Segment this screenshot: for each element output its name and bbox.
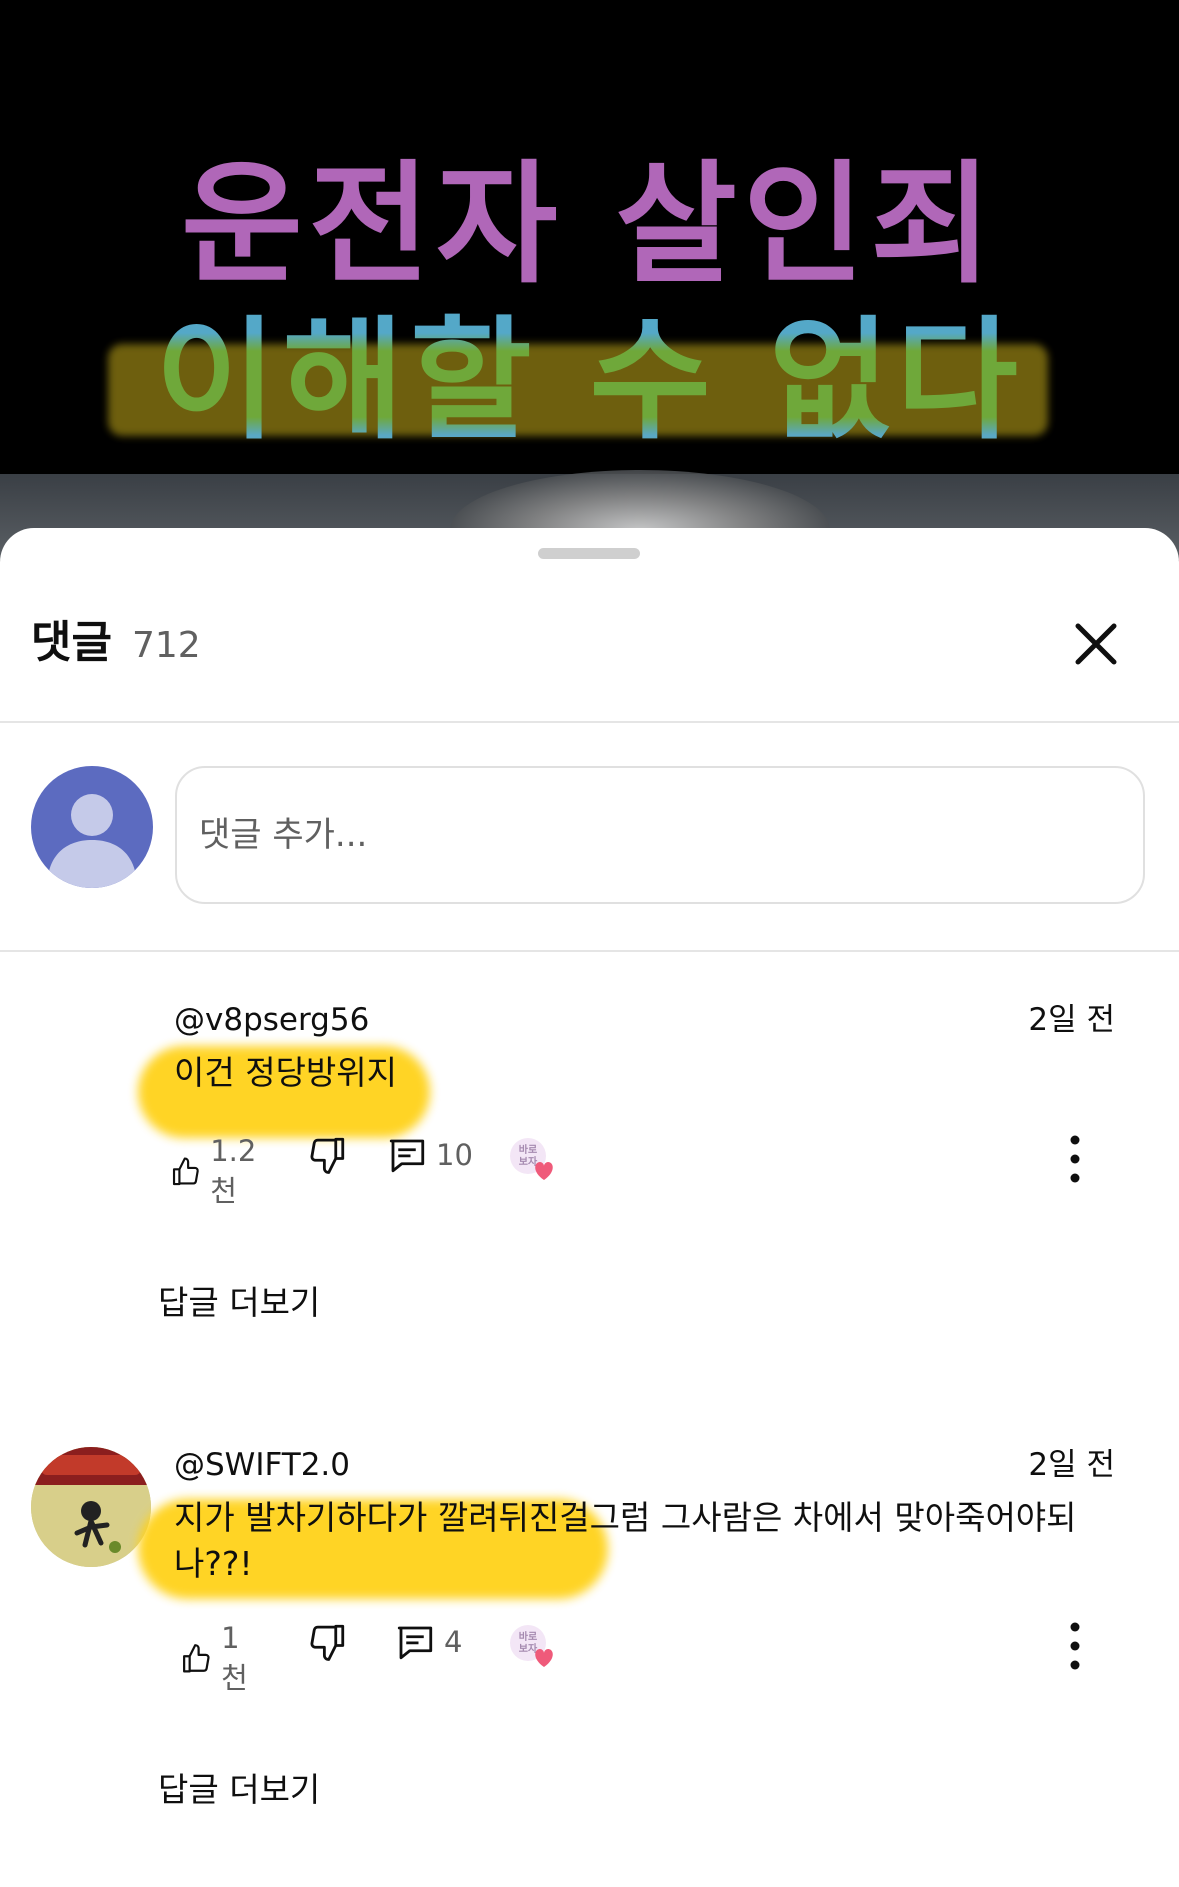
input-divider [0,950,1179,952]
comment-author[interactable]: @v8pserg56 [174,998,369,1042]
comment-text: 지가 발차기하다가 깔려뒤진걸그럼 그사람은 차에서 맞아죽어야되나??! [174,1498,1077,1583]
close-icon[interactable] [1070,618,1122,670]
svg-text:보자: 보자 [519,1155,538,1168]
comment-input[interactable] [175,766,1145,904]
thumbs-up-icon [172,1157,199,1186]
video-title-line2: 이해할 수 없다 [0,306,1179,456]
more-options-icon[interactable] [1060,1132,1090,1186]
reply-count: 4 [444,1625,463,1659]
dislike-button[interactable] [306,1134,348,1176]
thumbs-down-icon [310,1137,345,1174]
view-replies-link[interactable]: 답글 더보기 [158,1278,320,1328]
video-player[interactable]: 운전자 살인죄 이해할 수 없다 [0,0,1179,560]
creator-heart-icon: 바로 보자 [508,1623,558,1669]
dislike-button[interactable] [306,1621,348,1663]
reply-icon [397,1626,433,1660]
video-title-line1: 운전자 살인죄 [181,148,998,302]
thumbs-down-icon [310,1624,345,1661]
like-button[interactable]: 1.2천 [170,1134,266,1210]
my-avatar [31,766,153,888]
reply-count: 10 [436,1138,473,1172]
svg-text:보자: 보자 [519,1642,538,1655]
avatar[interactable] [31,1447,151,1567]
header-divider [0,721,1179,723]
thumbs-up-icon [183,1644,210,1673]
svg-text:바로: 바로 [519,1630,537,1643]
comments-title: 댓글 [31,617,112,668]
like-count: 1.2천 [210,1134,257,1208]
comments-sheet: 댓글 712 @v8pserg56 2일 전 이건 정당방위지 1.2천 1 [0,528,1179,1887]
view-replies-link[interactable]: 답글 더보기 [158,1765,320,1815]
drag-handle[interactable] [538,548,640,559]
like-button[interactable]: 1천 [180,1621,257,1697]
comment-text: 이건 정당방위지 [174,1053,398,1092]
creator-heart-icon: 바로 보자 [508,1136,558,1182]
reply-icon [389,1139,425,1173]
comment-author[interactable]: @SWIFT2.0 [174,1443,350,1487]
svg-text:바로: 바로 [519,1143,537,1156]
comment-time: 2일 전 [1028,1002,1115,1038]
reply-button[interactable]: 10 [386,1134,473,1176]
comment-time: 2일 전 [1028,1447,1115,1483]
more-options-icon[interactable] [1060,1619,1090,1673]
like-count: 1천 [221,1621,248,1695]
reply-button[interactable]: 4 [394,1621,462,1663]
comments-count: 712 [132,625,201,666]
